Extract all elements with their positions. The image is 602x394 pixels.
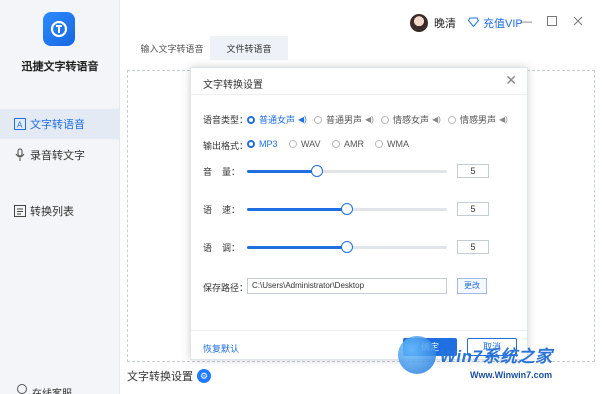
format-radio-wav[interactable]: WAV: [289, 139, 321, 149]
radio-icon: [448, 115, 456, 124]
slider-fill: [247, 208, 347, 211]
restore-default-link[interactable]: 恢复默认: [203, 342, 239, 355]
tone-slider[interactable]: [247, 241, 447, 253]
maximize-icon[interactable]: [545, 14, 559, 28]
format-radio-amr[interactable]: AMR: [332, 139, 364, 149]
divider: [191, 94, 527, 95]
radio-icon: [381, 115, 389, 124]
username: 晚清: [434, 18, 456, 30]
app-name: 迅捷文字转语音: [21, 61, 99, 73]
sidebar-item-text-to-speech[interactable]: A 文字转语音: [0, 109, 120, 139]
tone-label: 语 调：: [203, 243, 241, 253]
vip-label: 充值VIP: [483, 18, 523, 30]
format-radio-mp3[interactable]: MP3: [247, 139, 278, 149]
save-path-label: 保存路径：: [203, 283, 249, 293]
voice-radio-emotion-male[interactable]: 情感男声 ◀): [448, 113, 508, 126]
watermark-logo-icon: [398, 336, 436, 374]
app-logo-icon: [43, 12, 75, 46]
sidebar-item-record-to-text[interactable]: 录音转文字: [0, 140, 120, 170]
slider-handle[interactable]: [341, 203, 353, 215]
settings-label: 文字转换设置: [127, 371, 193, 383]
close-icon[interactable]: [571, 14, 585, 28]
speaker-icon[interactable]: ◀): [365, 115, 374, 124]
text-conversion-settings[interactable]: 文字转换设置 ⚙: [127, 368, 211, 384]
radio-icon: [314, 115, 322, 124]
sidebar: 迅捷文字转语音 A 文字转语音 录音转文字 转换列表 在线客服: [0, 0, 120, 394]
microphone-icon: [13, 148, 27, 162]
speed-value-input[interactable]: 5: [457, 202, 489, 216]
slider-fill: [247, 170, 317, 173]
diamond-icon: [467, 17, 480, 30]
avatar: [410, 14, 428, 32]
radio-icon: [247, 140, 255, 148]
user-info[interactable]: 晚清: [410, 14, 456, 32]
speaker-icon[interactable]: ◀): [499, 115, 508, 124]
change-path-button[interactable]: 更改: [457, 278, 487, 294]
speaker-icon[interactable]: ◀): [432, 115, 441, 124]
sidebar-item-label: 转换列表: [30, 206, 74, 218]
minimize-icon[interactable]: —: [519, 14, 533, 28]
list-icon: [13, 204, 27, 218]
voice-radio-emotion-female[interactable]: 情感女声 ◀): [381, 113, 441, 126]
volume-slider[interactable]: [247, 165, 447, 177]
slider-fill: [247, 246, 347, 249]
output-format-label: 输出格式：: [203, 141, 249, 151]
voice-radio-normal-male[interactable]: 普通男声 ◀): [314, 113, 374, 126]
speed-slider[interactable]: [247, 203, 447, 215]
slider-handle[interactable]: [311, 165, 323, 177]
watermark-url: Www.Winwin7.com: [470, 370, 553, 380]
headset-icon: [17, 384, 27, 394]
voice-radio-normal-female[interactable]: 普通女声 ◀): [247, 113, 307, 126]
speaker-icon[interactable]: ◀): [298, 115, 307, 124]
radio-icon: [247, 115, 255, 124]
speed-label: 语 速：: [203, 205, 241, 215]
save-path-input[interactable]: C:\Users\Administrator\Desktop: [247, 278, 447, 294]
voice-type-label: 语音类型：: [203, 115, 249, 125]
sidebar-item-conversion-list[interactable]: 转换列表: [0, 196, 120, 226]
radio-icon: [375, 140, 383, 148]
volume-value-input[interactable]: 5: [457, 164, 489, 178]
svg-text:A: A: [17, 121, 23, 130]
divider: [191, 330, 527, 331]
volume-label: 音 量：: [203, 167, 241, 177]
slider-handle[interactable]: [341, 241, 353, 253]
sidebar-item-label: 文字转语音: [30, 119, 85, 131]
text-icon: A: [13, 117, 27, 131]
gear-icon[interactable]: ⚙: [197, 369, 211, 383]
settings-dialog: 文字转换设置 ✕ 语音类型： 普通女声 ◀) 普通男声 ◀) 情感女声 ◀) 情…: [190, 67, 528, 360]
online-support-link[interactable]: 在线客服: [32, 385, 72, 394]
radio-icon: [289, 140, 297, 148]
radio-icon: [332, 140, 340, 148]
dialog-close-icon[interactable]: ✕: [505, 72, 517, 89]
sidebar-item-label: 录音转文字: [30, 150, 85, 162]
tab-input-text[interactable]: 输入文字转语音: [127, 36, 217, 60]
watermark-brand: Win7系统之家: [440, 347, 553, 366]
tab-file-to-speech[interactable]: 文件转语音: [210, 36, 288, 60]
vip-button[interactable]: 充值VIP: [467, 15, 523, 31]
format-radio-wma[interactable]: WMA: [375, 139, 409, 149]
tone-value-input[interactable]: 5: [457, 240, 489, 254]
dialog-title: 文字转换设置: [203, 80, 263, 91]
